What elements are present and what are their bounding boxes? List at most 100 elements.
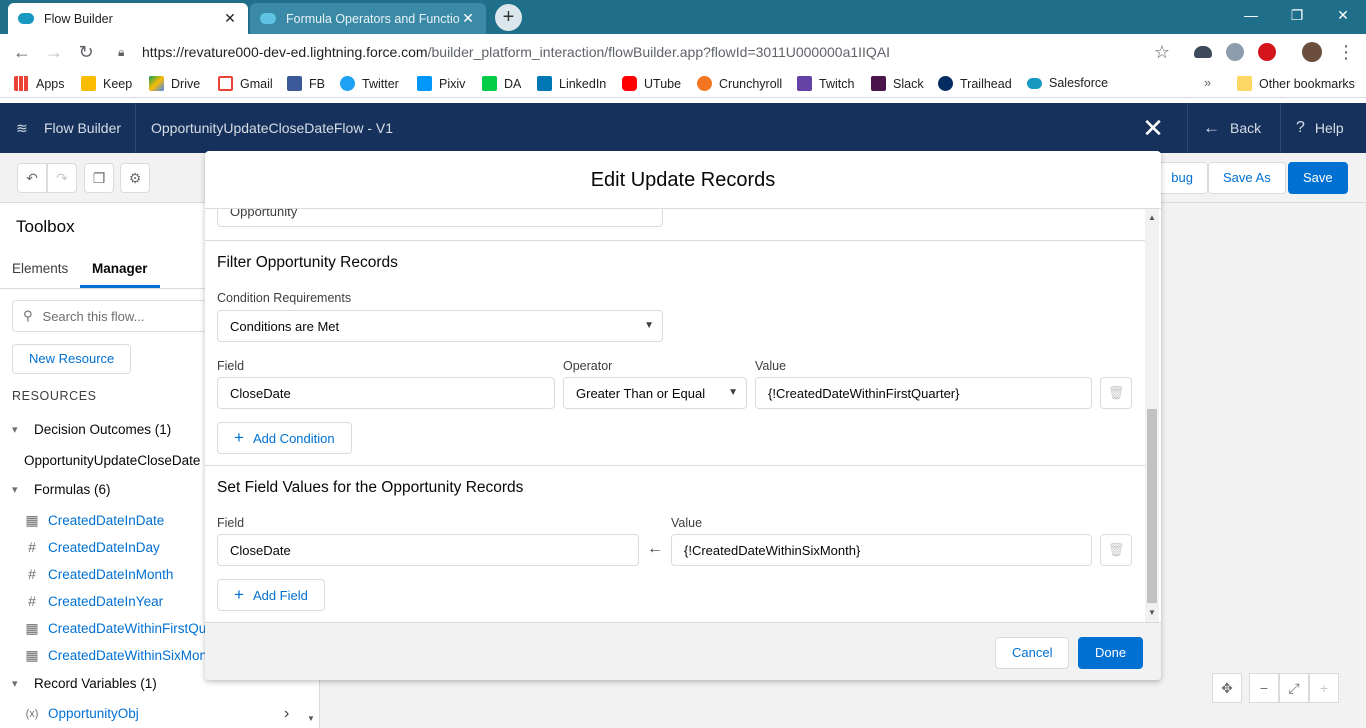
pixiv-icon (417, 76, 432, 91)
cancel-button[interactable]: Cancel (995, 637, 1070, 669)
formula-item[interactable]: ▦ CreatedDateWithinSixMon (24, 647, 207, 664)
lock-icon: 🔒︎ (118, 44, 125, 59)
extension-gear-icon[interactable] (1226, 43, 1244, 61)
toolbox-title: Toolbox (16, 217, 75, 236)
back-button[interactable]: ← Back (1203, 103, 1261, 153)
modal-scrollbar[interactable]: ▲ ▼ (1145, 209, 1159, 622)
scroll-thumb[interactable] (1147, 409, 1157, 603)
delete-condition-icon[interactable]: 🗑︎ (1100, 377, 1132, 409)
apps-grid-icon (14, 76, 29, 91)
assignment-field-input[interactable]: CloseDate (217, 534, 639, 566)
undo-icon[interactable]: ↶ (17, 163, 47, 193)
field-label: Field (217, 359, 245, 373)
new-tab-button[interactable]: + (495, 4, 522, 31)
flow-builder-header: ≋ Flow Builder OpportunityUpdateCloseDat… (0, 103, 1366, 153)
bookmark-linkedin[interactable]: LinkedIn (537, 76, 606, 91)
bookmark-keep[interactable]: Keep (81, 76, 132, 91)
extension-cloud-icon[interactable] (1194, 46, 1212, 58)
url-field[interactable]: 🔒︎ https://revature000-dev-ed.lightning.… (118, 39, 1178, 65)
bookmark-crunchyroll[interactable]: Crunchyroll (697, 76, 782, 91)
reload-icon[interactable]: ↻ (74, 41, 98, 63)
flow-icon: ≋ (16, 119, 28, 136)
bookmark-da[interactable]: DA (482, 76, 521, 91)
formula-item[interactable]: ▦ CreatedDateWithinFirstQu (24, 620, 206, 637)
condition-requirements-select[interactable]: Conditions are Met ▼ (217, 310, 663, 342)
bookmark-trailhead[interactable]: Trailhead (938, 76, 1012, 91)
bookmark-gmail[interactable]: Gmail (218, 76, 273, 91)
redo-icon[interactable]: ↷ (47, 163, 77, 193)
formula-item[interactable]: # CreatedDateInYear (24, 593, 163, 609)
formula-item[interactable]: ▦ CreatedDateInDate (24, 512, 164, 529)
tab-manager[interactable]: Manager (80, 261, 160, 288)
done-button[interactable]: Done (1078, 637, 1144, 669)
restore-window-button[interactable]: ❐ (1274, 0, 1320, 30)
condition-value-input[interactable]: {!CreatedDateWithinFirstQuarter} (755, 377, 1092, 409)
close-window-button[interactable]: ✕ (1320, 0, 1366, 30)
minimize-window-button[interactable]: — (1228, 0, 1274, 30)
delete-assignment-icon[interactable]: 🗑︎ (1100, 534, 1132, 566)
assign-arrow-icon: ← (647, 540, 663, 557)
panel-scroll-down-icon[interactable]: ▼ (307, 714, 315, 723)
formula-item[interactable]: # CreatedDateInMonth (24, 566, 173, 582)
copy-icon[interactable]: ❐ (84, 163, 114, 193)
record-variable-item[interactable]: (x) OpportunityObj (24, 706, 139, 721)
hash-icon: # (28, 539, 36, 555)
add-field-button[interactable]: + Add Field (217, 579, 325, 611)
help-icon: ? (1296, 119, 1305, 136)
bookmark-twitch[interactable]: Twitch (797, 76, 854, 91)
bookmark-salesforce[interactable]: Salesforce (1027, 76, 1108, 90)
url-host: https://revature000-dev-ed.lightning.for… (142, 44, 428, 60)
save-button[interactable]: Save (1288, 162, 1348, 194)
bookmark-apps[interactable]: Apps (14, 76, 65, 91)
drive-icon (149, 76, 164, 91)
object-field[interactable]: Opportunity (217, 209, 663, 227)
forward-arrow-icon[interactable]: → (42, 41, 66, 63)
zoom-out-icon[interactable]: − (1249, 673, 1279, 703)
chevron-right-icon[interactable]: › (284, 705, 289, 723)
scroll-down-icon[interactable]: ▼ (1147, 608, 1157, 617)
pan-icon[interactable]: ✥ (1212, 673, 1242, 703)
bookmark-slack[interactable]: Slack (871, 76, 924, 91)
help-button[interactable]: ? Help (1296, 103, 1344, 153)
bookmark-star-icon[interactable]: ☆ (1150, 41, 1174, 63)
tab-elements[interactable]: Elements (12, 261, 68, 276)
section-formulas[interactable]: ▾ Formulas (6) (12, 482, 111, 497)
scroll-up-icon[interactable]: ▲ (1147, 213, 1157, 222)
new-resource-button[interactable]: New Resource (12, 344, 132, 374)
twitch-icon (797, 76, 812, 91)
formula-item[interactable]: # CreatedDateInDay (24, 539, 160, 555)
browser-menu-icon[interactable]: ⋮ (1334, 41, 1358, 63)
deviantart-icon (482, 76, 497, 91)
assignment-value-input[interactable]: {!CreatedDateWithinSixMonth} (671, 534, 1092, 566)
linkedin-icon (537, 76, 552, 91)
save-as-button[interactable]: Save As (1208, 162, 1286, 194)
bookmarks-overflow-button[interactable]: » (1204, 76, 1211, 90)
salesforce-cloud-icon (1027, 77, 1042, 89)
bookmark-fb[interactable]: FB (287, 76, 325, 91)
close-icon[interactable]: ✕ (1141, 115, 1165, 141)
close-tab-icon[interactable]: ✕ (222, 10, 238, 27)
back-arrow-icon[interactable]: ← (10, 41, 34, 63)
add-condition-button[interactable]: + Add Condition (217, 422, 352, 454)
profile-avatar[interactable] (1302, 42, 1322, 62)
header-divider (135, 103, 136, 153)
facebook-icon (287, 76, 302, 91)
operator-select[interactable]: Greater Than or Equal ▼ (563, 377, 747, 409)
section-decision-outcomes[interactable]: ▾ Decision Outcomes (1) (12, 422, 171, 437)
value-label: Value (671, 516, 703, 530)
zoom-in-icon[interactable]: + (1309, 673, 1339, 703)
condition-field-input[interactable]: CloseDate (217, 377, 555, 409)
browser-tab-flow-builder[interactable]: Flow Builder ✕ (8, 3, 248, 34)
close-tab-icon[interactable]: ✕ (460, 10, 476, 27)
bookmark-drive[interactable]: Drive (149, 76, 200, 91)
bookmark-utube[interactable]: UTube (622, 76, 681, 91)
browser-tab-formula-operators[interactable]: Formula Operators and Functions ✕ (250, 3, 486, 34)
section-record-variables[interactable]: ▾ Record Variables (1) (12, 676, 157, 691)
bookmark-pixiv[interactable]: Pixiv (417, 76, 465, 91)
bookmark-twitter[interactable]: Twitter (340, 76, 399, 91)
fit-to-view-icon[interactable]: ⤢ (1279, 673, 1309, 703)
decision-outcome-item[interactable]: OpportunityUpdateCloseDate (24, 453, 200, 468)
gear-icon[interactable]: ⚙ (120, 163, 150, 193)
bookmark-other[interactable]: Other bookmarks (1237, 76, 1355, 91)
extension-opera-icon[interactable] (1258, 43, 1276, 61)
